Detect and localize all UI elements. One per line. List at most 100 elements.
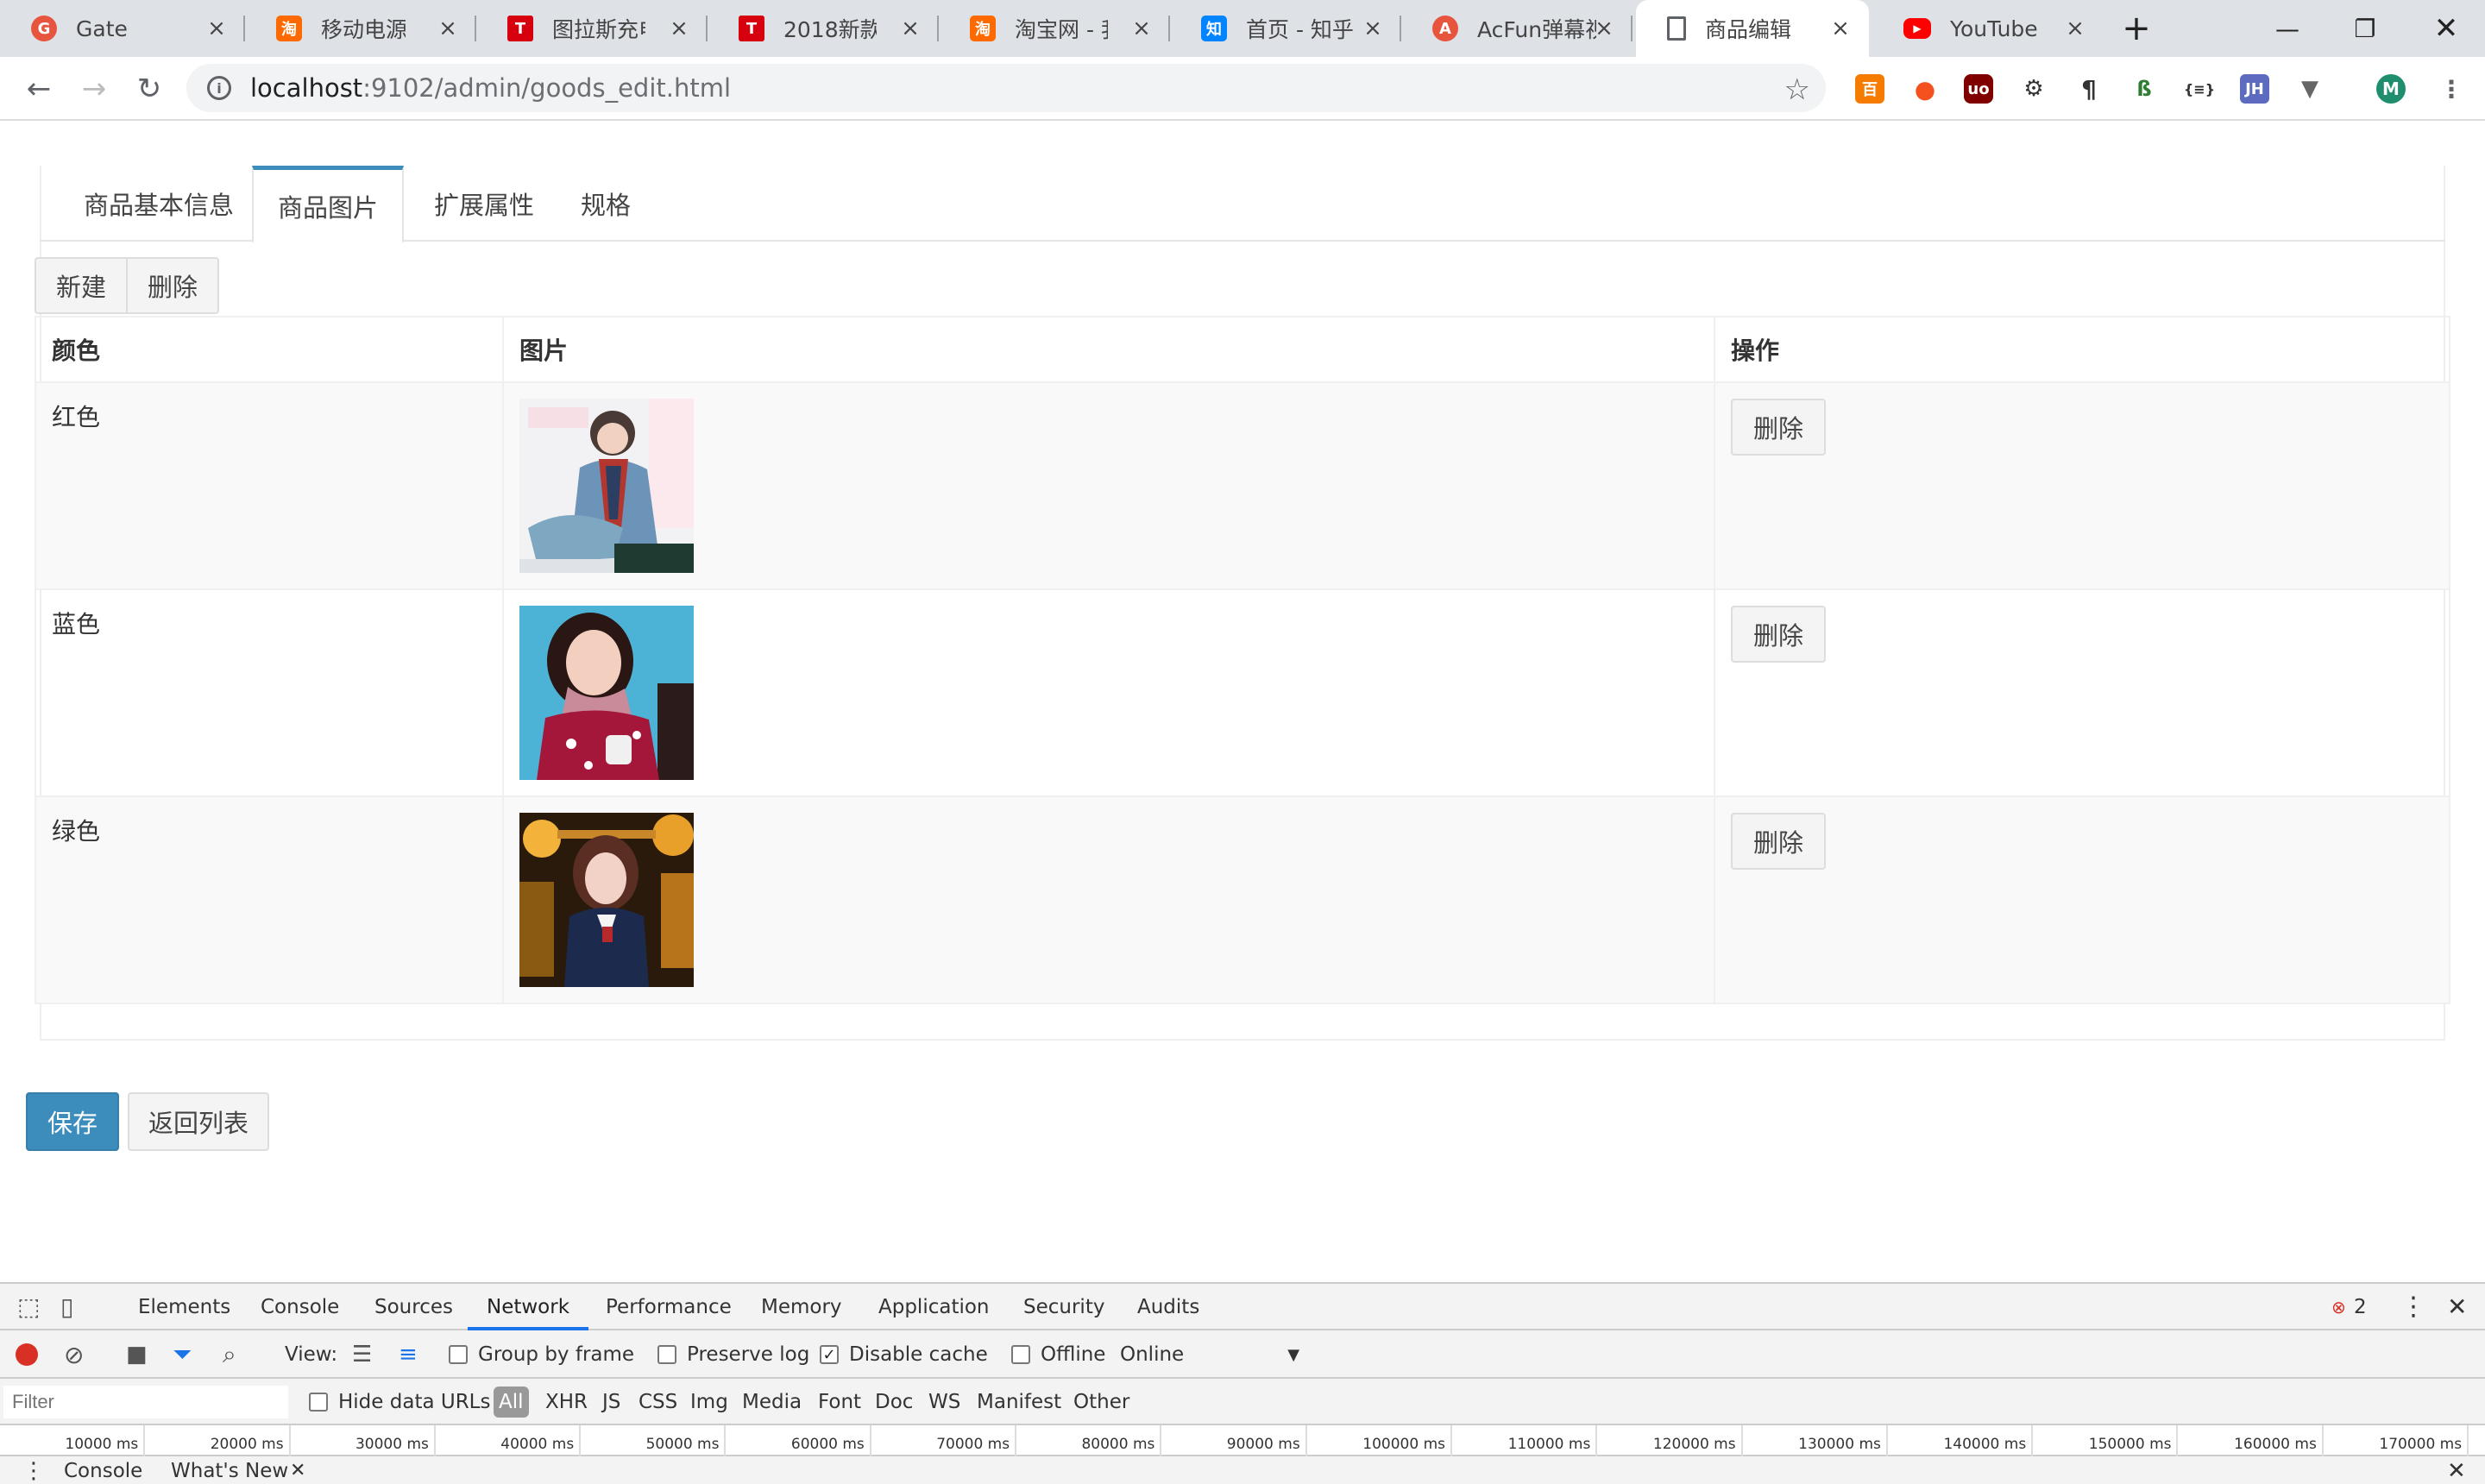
delete-row-button[interactable]: 删除	[1731, 399, 1826, 456]
filter-type-js[interactable]: JS	[602, 1379, 620, 1425]
vimium-icon[interactable]: ▼	[2295, 74, 2325, 104]
new-tab-button[interactable]: +	[2102, 0, 2171, 57]
filter-funnel-icon[interactable]: ⏷	[173, 1330, 192, 1379]
filter-type-media[interactable]: Media	[742, 1379, 802, 1425]
menu-kebab-icon[interactable]: ⋮	[2437, 74, 2466, 104]
back-arrow-icon[interactable]: ←	[19, 69, 59, 109]
close-tab-icon[interactable]: ×	[1360, 16, 1386, 41]
close-tab-icon[interactable]: ×	[435, 16, 461, 41]
delete-row-button[interactable]: 删除	[1731, 606, 1826, 663]
browser-tab[interactable]: 淘 移动电源_淘宝 ×	[245, 0, 476, 57]
search-icon[interactable]: ⌕	[223, 1330, 236, 1379]
extension-icon[interactable]: 百	[1855, 74, 1884, 104]
devtools-tab-elements[interactable]: Elements	[138, 1284, 230, 1330]
close-tab-icon[interactable]: ×	[204, 16, 230, 41]
devtools-tab-performance[interactable]: Performance	[606, 1284, 732, 1330]
filter-type-xhr[interactable]: XHR	[545, 1379, 588, 1425]
minimize-button[interactable]: —	[2249, 0, 2326, 57]
group-by-frame-checkbox[interactable]: Group by frame	[449, 1330, 634, 1379]
clear-icon[interactable]: ⊘	[64, 1330, 84, 1379]
close-window-button[interactable]: ✕	[2407, 0, 2485, 57]
devtools-tab-console[interactable]: Console	[261, 1284, 339, 1330]
close-drawer-tab-icon[interactable]: ✕	[290, 1456, 305, 1484]
filter-input[interactable]	[3, 1386, 288, 1418]
filter-type-img[interactable]: Img	[690, 1379, 728, 1425]
back-to-list-button[interactable]: 返回列表	[128, 1092, 269, 1151]
inspect-element-icon[interactable]: ⬚	[17, 1284, 40, 1330]
close-tab-icon[interactable]: ×	[2062, 16, 2088, 41]
devtools-tab-network[interactable]: Network	[468, 1284, 588, 1330]
device-toolbar-icon[interactable]: ▯	[60, 1284, 73, 1330]
devtools-tab-application[interactable]: Application	[878, 1284, 990, 1330]
browser-tab[interactable]: 淘 淘宝网 - 我的 ×	[939, 0, 1170, 57]
network-timeline-overview[interactable]: 10000 ms 20000 ms 30000 ms 40000 ms 50000 ms…	[0, 1425, 2485, 1456]
delete-row-button[interactable]: 删除	[1731, 813, 1826, 870]
devtools-tab-memory[interactable]: Memory	[761, 1284, 842, 1330]
filter-type-doc[interactable]: Doc	[875, 1379, 913, 1425]
browser-tab[interactable]: A AcFun弹幕视 ×	[1401, 0, 1633, 57]
filter-type-css[interactable]: CSS	[639, 1379, 677, 1425]
close-tab-icon[interactable]: ×	[1591, 16, 1617, 41]
browser-tab[interactable]: T 图拉斯充电宝 ×	[476, 0, 708, 57]
tab-goods-images[interactable]: 商品图片	[252, 166, 404, 243]
disable-cache-checkbox[interactable]: ✓ Disable cache	[820, 1330, 988, 1379]
location-pin-icon[interactable]: ●	[1910, 74, 1940, 104]
hide-data-urls-checkbox[interactable]: Hide data URLs	[309, 1379, 490, 1425]
screenshot-camera-icon[interactable]: ■	[126, 1330, 148, 1379]
drawer-tab-whats-new[interactable]: What's New	[171, 1456, 288, 1484]
restore-button[interactable]: ❐	[2326, 0, 2404, 57]
browser-tab[interactable]: 知 首页 - 知乎 ×	[1170, 0, 1401, 57]
close-tab-icon[interactable]: ×	[1828, 16, 1853, 41]
drawer-tab-console[interactable]: Console	[64, 1456, 142, 1484]
night-lights-photo[interactable]	[519, 813, 694, 987]
devtools-close-icon[interactable]: ✕	[2447, 1284, 2467, 1330]
devtools-menu-icon[interactable]: ⋮	[2400, 1284, 2426, 1330]
extension-icon[interactable]: ⚙	[2019, 74, 2048, 104]
bookmark-star-icon[interactable]: ☆	[1784, 72, 1810, 107]
save-button[interactable]: 保存	[26, 1092, 119, 1151]
red-sweater-photo[interactable]	[519, 399, 694, 573]
close-tab-icon[interactable]: ×	[666, 16, 692, 41]
browser-tab[interactable]: T 2018新款iPad ×	[708, 0, 939, 57]
delete-selected-button[interactable]: 删除	[126, 257, 219, 314]
address-bar[interactable]: i localhost :9102/admin/goods_edit.html …	[186, 64, 1826, 112]
browser-tab[interactable]: G Gate ×	[0, 0, 245, 57]
info-icon[interactable]: i	[207, 76, 231, 100]
preserve-log-checkbox[interactable]: Preserve log	[657, 1330, 809, 1379]
waterfall-icon[interactable]: ≡	[399, 1330, 418, 1379]
profile-avatar[interactable]: M	[2376, 74, 2406, 104]
browser-tab-active[interactable]: 商品编辑 ×	[1636, 0, 1869, 57]
forward-arrow-icon[interactable]: →	[74, 69, 114, 109]
jh-extension-icon[interactable]: JH	[2240, 74, 2269, 104]
pilcrow-icon[interactable]: ¶	[2074, 74, 2104, 104]
close-drawer-icon[interactable]: ✕	[2447, 1456, 2466, 1484]
blue-background-photo[interactable]	[519, 606, 694, 780]
offline-checkbox[interactable]: Offline	[1011, 1330, 1105, 1379]
filter-type-ws[interactable]: WS	[928, 1379, 960, 1425]
close-tab-icon[interactable]: ×	[897, 16, 923, 41]
filter-type-manifest[interactable]: Manifest	[977, 1379, 1061, 1425]
devtools-tab-security[interactable]: Security	[1023, 1284, 1104, 1330]
large-rows-icon[interactable]: ☰	[352, 1330, 372, 1379]
new-button[interactable]: 新建	[35, 257, 128, 314]
tab-specifications[interactable]: 规格	[561, 166, 651, 242]
extension-icon[interactable]: ß	[2130, 74, 2159, 104]
filter-type-font[interactable]: Font	[818, 1379, 861, 1425]
record-icon[interactable]	[16, 1330, 38, 1379]
drawer-menu-icon[interactable]: ⋮	[22, 1456, 45, 1484]
tab-extended-attributes[interactable]: 扩展属性	[411, 166, 557, 242]
devtools-tab-audits[interactable]: Audits	[1137, 1284, 1199, 1330]
devtools-tab-sources[interactable]: Sources	[374, 1284, 453, 1330]
filter-type-all[interactable]: All	[494, 1387, 529, 1418]
filter-type-other[interactable]: Other	[1073, 1379, 1129, 1425]
error-icon[interactable]: ⊗	[2331, 1284, 2346, 1330]
browser-tab[interactable]: ▶ YouTube ×	[1872, 0, 2104, 57]
ublock-icon[interactable]: uo	[1964, 74, 1993, 104]
throttling-select[interactable]: Online ▼	[1120, 1330, 1299, 1379]
error-count-badge[interactable]: 2	[2354, 1284, 2367, 1330]
json-viewer-icon[interactable]: {≡}	[2184, 74, 2215, 104]
reload-icon[interactable]: ↻	[129, 69, 169, 109]
timeline-tick: 50000 ms	[581, 1425, 727, 1456]
tab-basic-info[interactable]: 商品基本信息	[55, 166, 262, 242]
close-tab-icon[interactable]: ×	[1129, 16, 1154, 41]
